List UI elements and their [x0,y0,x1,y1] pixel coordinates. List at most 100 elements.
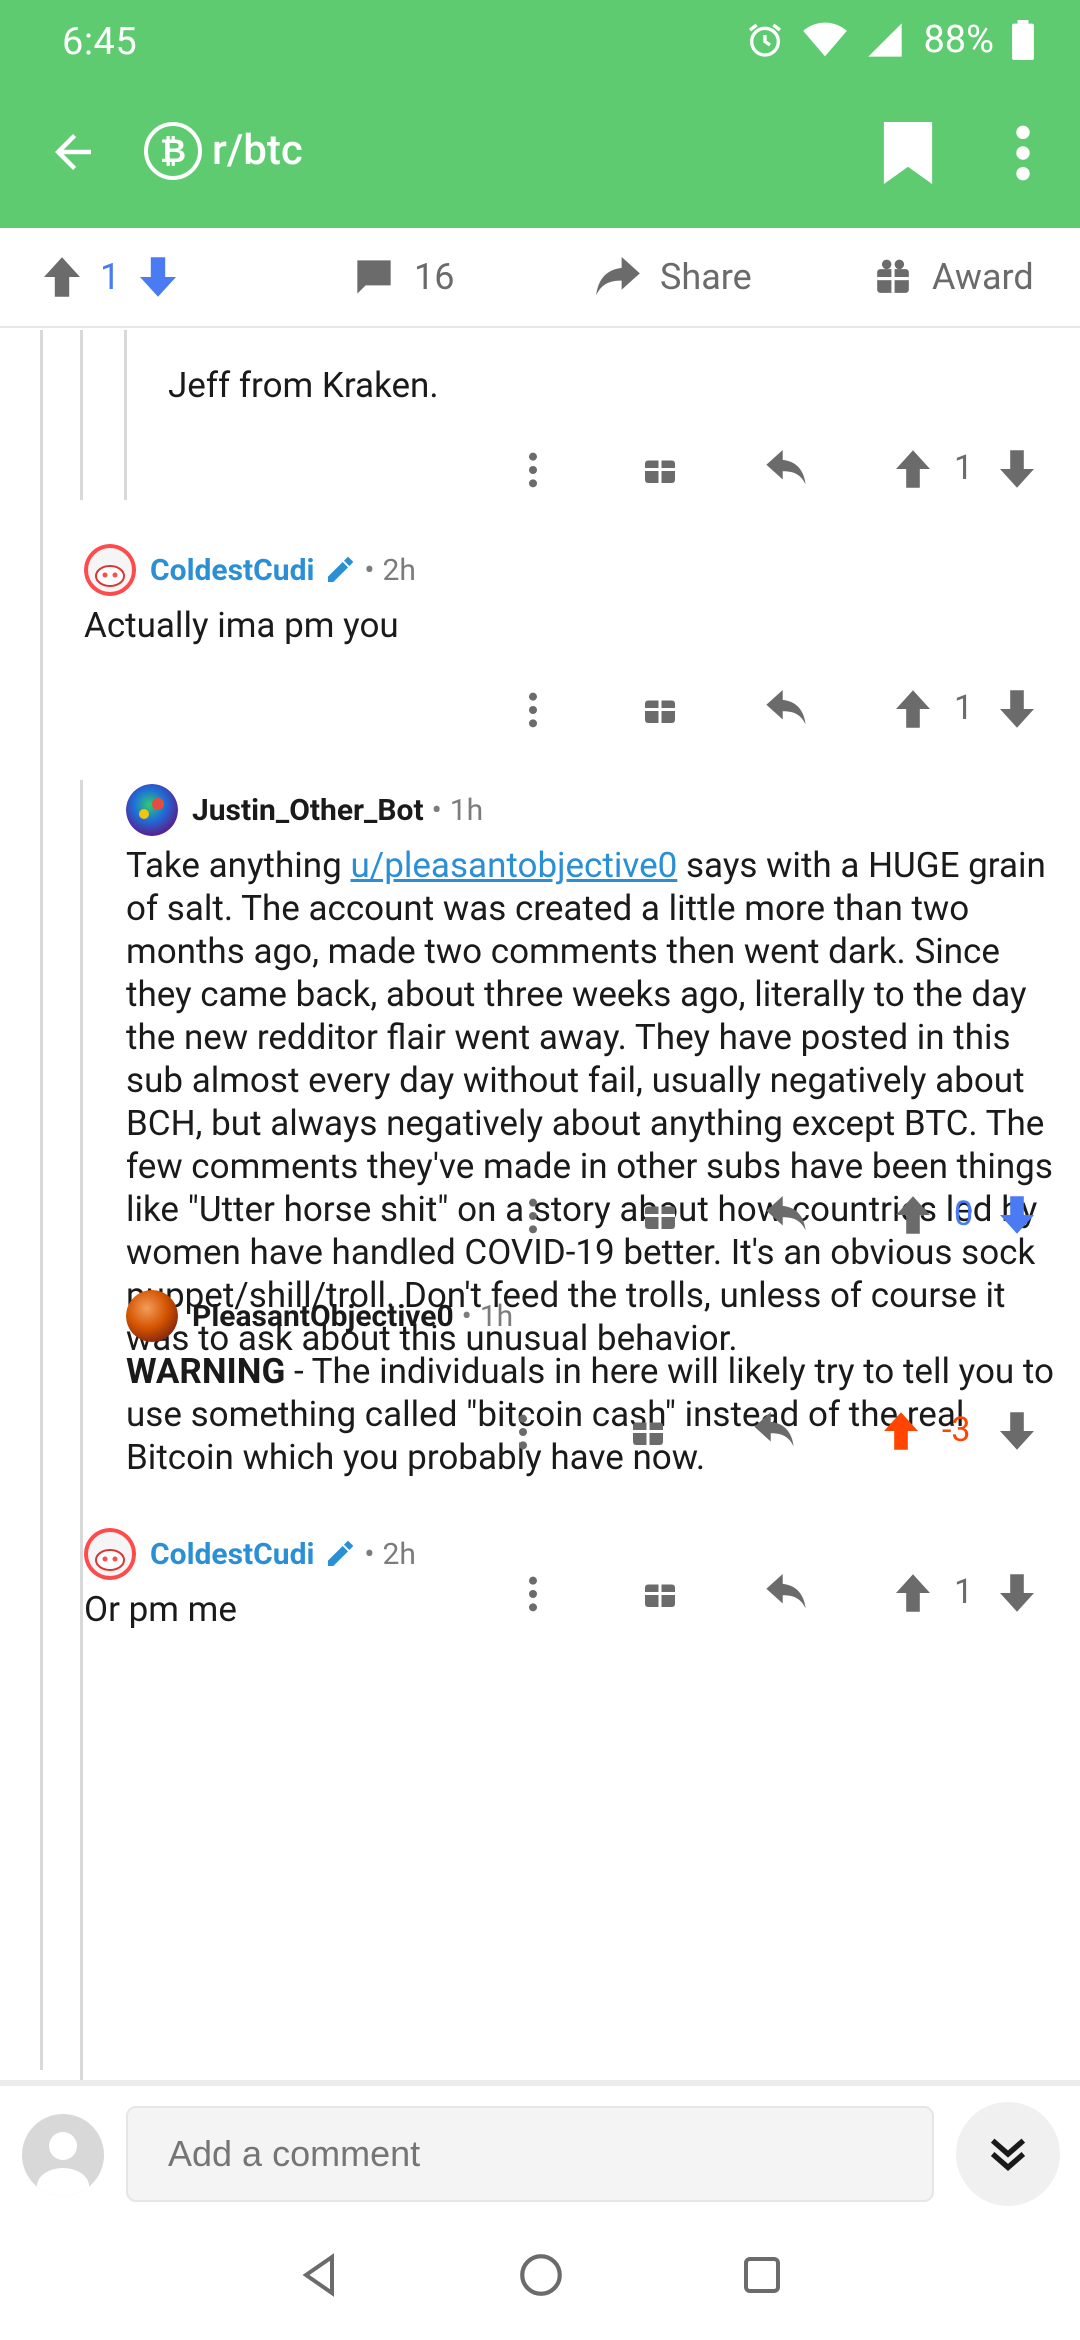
comment-text-bold: WARNING [126,1351,286,1392]
reply-icon[interactable] [766,1574,806,1610]
nav-back-icon[interactable] [296,2250,344,2300]
comment-score: -3 [942,1410,971,1450]
back-arrow-icon[interactable] [46,125,100,179]
comment-score: 1 [954,448,974,488]
reply-icon[interactable] [766,1196,806,1232]
downvote-icon[interactable] [1000,690,1034,728]
thread-line-c0b[interactable] [124,330,127,500]
upvote-icon[interactable] [896,1574,930,1612]
comment-author[interactable]: ColdestCudi [150,1537,314,1572]
gift-icon[interactable] [642,450,678,486]
comment-age: 2h [382,1536,416,1572]
status-icons: 88% [745,18,1034,62]
more-options-icon[interactable] [515,1412,531,1452]
user-avatar[interactable] [126,1290,178,1342]
reply-icon[interactable] [754,1412,794,1448]
award-label: Award [932,256,1034,298]
system-nav-bar [0,2210,1080,2340]
add-comment-input[interactable] [126,2106,934,2202]
comment-body: Jeff from Kraken. [168,365,439,406]
user-avatar-placeholder[interactable] [22,2114,104,2196]
separator-dot: • [431,792,442,828]
comment-actions: 1 [520,688,1080,750]
user-avatar[interactable] [126,784,178,836]
battery-percent: 88% [923,18,994,62]
upvote-icon[interactable] [896,450,930,488]
top-bar: 6:45 88% ₿ r/btc [0,0,1080,228]
share-button[interactable]: Share [596,256,752,298]
downvote-icon[interactable] [1000,1196,1034,1234]
comment-author[interactable]: Justin_Other_Bot [192,793,424,828]
more-options-icon[interactable] [525,1196,541,1236]
comment-score: 0 [954,1194,974,1234]
reply-icon[interactable] [766,690,806,726]
post-action-bar: 1 16 Share Award [0,228,1080,328]
alarm-icon [749,23,782,57]
upvote-icon[interactable] [896,690,930,728]
comment-bubble-icon [357,260,391,294]
comment-list[interactable]: Jeff from Kraken. 1 ColdestCudi • 2h Act… [0,330,1080,2080]
snoo-avatar[interactable] [84,1528,136,1580]
gift-icon[interactable] [642,1196,678,1232]
nav-recents-icon[interactable] [738,2250,786,2300]
thread-line-root[interactable] [40,330,43,2070]
app-bar: ₿ r/btc [0,100,1080,210]
snoo-avatar[interactable] [84,544,136,596]
comment-age: 1h [479,1298,514,1334]
upvote-icon[interactable] [884,1412,918,1450]
upvote-icon[interactable] [44,257,80,297]
downvote-icon[interactable] [140,257,177,297]
collapse-threads-button[interactable] [956,2102,1060,2206]
share-label: Share [660,256,752,298]
share-arrow-icon [596,257,640,296]
comment-author[interactable]: ColdestCudi [150,553,314,588]
bitcoin-icon: ₿ [144,122,202,180]
gift-icon[interactable] [642,1574,678,1610]
separator-dot: • [364,1536,375,1572]
comment-author-row: Justin_Other_Bot • 1h [126,784,483,836]
comment-author-row: ColdestCudi • 2h [84,544,416,596]
comment-input-bar [0,2080,1080,2210]
more-options-icon[interactable] [525,1574,541,1614]
comment-actions: -3 [510,1410,1080,1472]
more-options-icon[interactable] [1010,122,1036,184]
more-options-icon[interactable] [525,450,541,490]
post-vote: 1 [44,256,177,298]
thread-line-c0[interactable] [80,330,83,500]
comment-author[interactable]: PleasantObjective0 [192,1299,454,1334]
downvote-icon[interactable] [1000,450,1034,488]
award-button[interactable]: Award [874,256,1034,298]
comment-body: Actually ima pm you [84,605,399,646]
downvote-icon[interactable] [1000,1412,1034,1450]
comment-age: 1h [449,792,484,828]
gift-icon [877,259,909,293]
comment-count: 16 [414,256,455,298]
battery-icon [1012,20,1034,60]
subreddit-title[interactable]: r/btc [212,126,303,175]
comment-text: Take anything [126,845,351,886]
separator-dot: • [461,1298,472,1334]
comment-age: 2h [382,552,416,588]
post-score: 1 [100,256,121,298]
mod-pencil-icon [328,556,354,582]
comment-score: 1 [954,1572,974,1612]
comment-actions: 1 [520,1572,1080,1634]
cell-signal-icon [868,23,903,57]
gift-icon[interactable] [630,1412,666,1448]
comment-body: Take anything u/pleasantobjective0 says … [126,844,1056,1360]
nav-home-icon[interactable] [516,2250,566,2300]
bookmark-icon[interactable] [882,122,934,184]
upvote-icon[interactable] [896,1196,930,1234]
post-comments-button[interactable]: 16 [354,256,454,298]
wifi-icon [803,22,848,57]
comment-score: 1 [954,688,974,728]
double-chevron-down-icon [990,2138,1026,2171]
thread-line-c1-children[interactable] [80,780,83,2080]
gift-icon[interactable] [642,690,678,726]
status-time: 6:45 [62,20,138,64]
reply-icon[interactable] [766,450,806,486]
status-bar: 6:45 88% [0,0,1080,80]
downvote-icon[interactable] [1000,1574,1034,1612]
user-mention-link[interactable]: u/pleasantobjective0 [350,845,677,886]
more-options-icon[interactable] [525,690,541,730]
